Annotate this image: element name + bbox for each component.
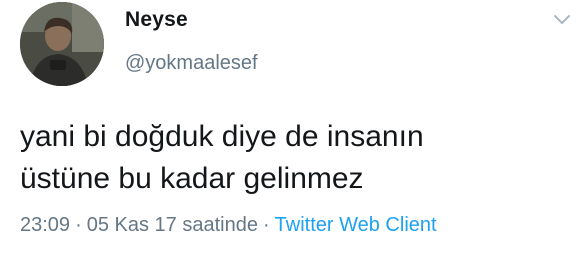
meta-separator: · [75,214,82,236]
tweet-text: yani bi doğduk diye de insanın üstüne bu… [20,116,570,200]
user-handle[interactable]: @yokmaalesef [125,52,258,75]
tweet-source-link[interactable]: Twitter Web Client [275,214,437,236]
meta-separator: · [262,214,270,236]
tweet-meta: 23:09 · 05 Kas 17 saatinde · Twitter Web Cli… [20,214,437,237]
chevron-down-icon[interactable] [553,14,571,26]
tweet-time[interactable]: 23:09 [20,214,70,236]
avatar[interactable] [20,2,104,86]
tweet-text-line: üstüne bu kadar gelinmez [20,162,364,195]
tweet-date[interactable]: 05 Kas 17 saatinde [87,214,258,236]
tweet-text-line: yani bi doğduk diye de insanın [20,120,424,153]
tweet-card: Neyse @yokmaalesef yani bi doğduk diye d… [0,0,587,261]
user-name[interactable]: Neyse [125,8,188,32]
avatar-photo [20,2,104,86]
